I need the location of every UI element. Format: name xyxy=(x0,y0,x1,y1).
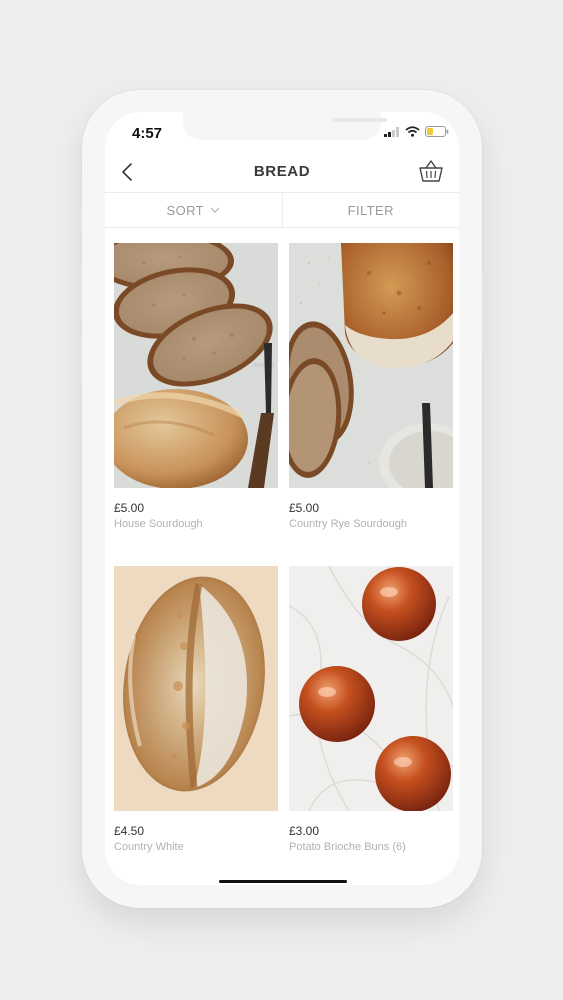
product-name: House Sourdough xyxy=(114,518,203,530)
side-button-left xyxy=(79,332,82,387)
product-image-country-rye-sourdough xyxy=(289,243,453,488)
side-button-left xyxy=(79,205,82,233)
product-card[interactable]: £4.50 Country White xyxy=(114,566,278,853)
product-price: £3.00 xyxy=(289,824,320,838)
status-icons xyxy=(384,126,449,137)
product-name: Potato Brioche Buns (6) xyxy=(289,841,406,853)
product-image-potato-brioche-buns xyxy=(289,566,453,811)
product-card[interactable]: £5.00 House Sourdough xyxy=(114,243,278,530)
status-time: 4:57 xyxy=(132,125,163,142)
product-card[interactable]: £5.00 Country Rye Sourdough xyxy=(289,243,453,530)
filter-button[interactable]: FILTER xyxy=(281,193,460,227)
page-title: BREAD xyxy=(253,163,311,180)
product-image-country-white xyxy=(114,566,278,811)
sort-chevron-down-icon xyxy=(210,207,220,213)
filter-label: FILTER xyxy=(347,202,394,218)
notch xyxy=(183,112,387,140)
product-price: £5.00 xyxy=(114,501,145,515)
speaker xyxy=(333,118,387,122)
signal-icon xyxy=(384,126,399,137)
side-button-left xyxy=(79,265,82,320)
nav-header: BREAD xyxy=(105,152,459,192)
basket-icon xyxy=(419,160,443,182)
product-name: Country Rye Sourdough xyxy=(289,518,408,530)
sort-filter-bar: SORT FILTER xyxy=(105,192,459,228)
product-price: £5.00 xyxy=(289,501,320,515)
battery-icon xyxy=(425,126,449,137)
side-button-right xyxy=(482,272,485,354)
product-card[interactable]: £3.00 Potato Brioche Buns (6) xyxy=(289,566,453,853)
sort-label: SORT xyxy=(166,202,204,218)
product-price: £4.50 xyxy=(114,824,145,838)
app-screen: 4:57 BREAD SORT FILTER £5.00 House Sourd… xyxy=(105,112,459,885)
basket-button[interactable] xyxy=(417,157,445,185)
wifi-icon xyxy=(405,126,420,137)
home-indicator[interactable] xyxy=(219,880,347,883)
product-image-house-sourdough xyxy=(114,243,278,488)
sort-button[interactable]: SORT xyxy=(105,193,282,227)
product-name: Country White xyxy=(114,841,184,853)
